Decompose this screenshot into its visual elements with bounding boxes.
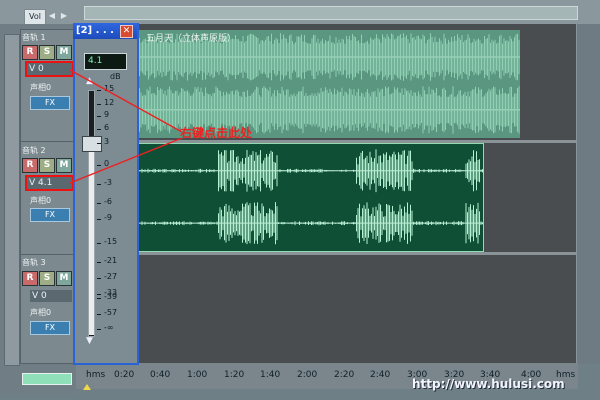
annotation-text: 右键点击此处 bbox=[180, 126, 253, 140]
annotation-arrows bbox=[69, 69, 183, 184]
annotation-line-2 bbox=[69, 137, 183, 184]
annotation-line-1 bbox=[69, 69, 183, 133]
watermark-url: http://www.hulusi.com bbox=[412, 377, 565, 391]
